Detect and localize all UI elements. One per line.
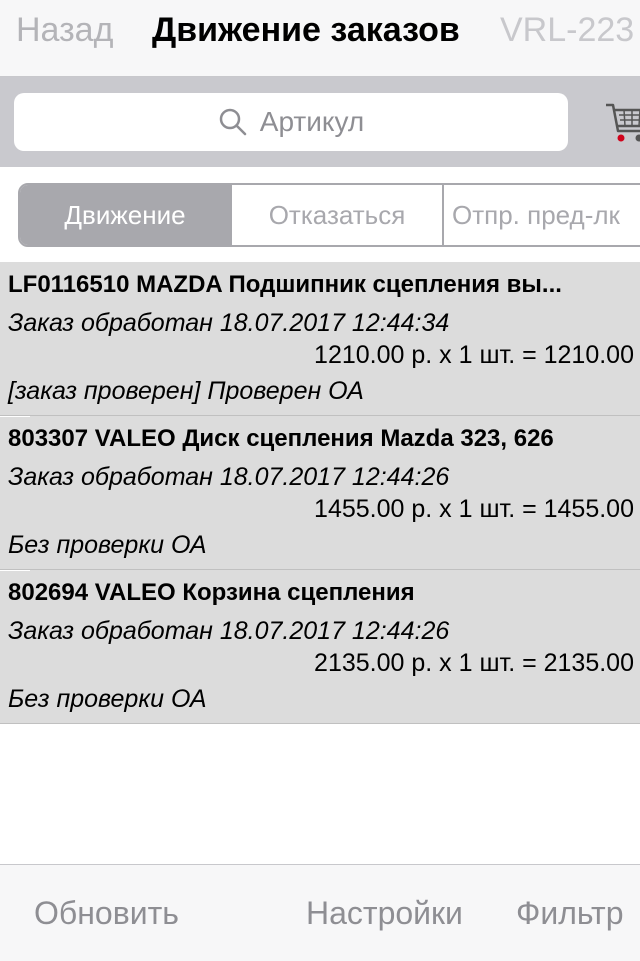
bottom-toolbar: Обновить Настройки Фильтр: [0, 864, 640, 961]
order-price: 1455.00 р. x 1 шт. = 1455.00: [314, 492, 634, 526]
refresh-button[interactable]: Обновить: [34, 891, 179, 935]
filter-button[interactable]: Фильтр: [516, 891, 624, 935]
search-bar: Артикул: [0, 77, 640, 167]
orders-list: LF0116510 MAZDA Подшипник сцепления вы..…: [0, 262, 640, 724]
search-placeholder: Артикул: [260, 106, 364, 138]
order-row[interactable]: LF0116510 MAZDA Подшипник сцепления вы..…: [0, 262, 640, 416]
customer-code-button[interactable]: VRL-223: [500, 8, 634, 52]
back-button[interactable]: Назад: [16, 8, 113, 52]
order-check-status: [заказ проверен] Проверен ОА: [8, 374, 364, 408]
row-separator: [0, 416, 30, 417]
search-input[interactable]: Артикул: [14, 93, 568, 151]
search-icon: [218, 107, 248, 137]
segment-send-offer[interactable]: Отпр. пред-лк: [444, 185, 640, 245]
row-separator: [0, 570, 30, 571]
order-row[interactable]: 803307 VALEO Диск сцепления Mazda 323, 6…: [0, 416, 640, 570]
order-check-status: Без проверки ОА: [8, 528, 207, 562]
segment-movement[interactable]: Движение: [20, 185, 232, 245]
order-status: Заказ обработан 18.07.2017 12:44:34: [8, 306, 449, 340]
order-check-status: Без проверки ОА: [8, 682, 207, 716]
order-title: LF0116510 MAZDA Подшипник сцепления вы..…: [8, 268, 638, 302]
order-title: 803307 VALEO Диск сцепления Mazda 323, 6…: [8, 422, 638, 456]
settings-button[interactable]: Настройки: [306, 891, 463, 935]
order-row[interactable]: 802694 VALEO Корзина сцепления Заказ обр…: [0, 570, 640, 724]
navigation-bar: Назад Движение заказов VRL-223: [0, 0, 640, 77]
segment-bar: Движение Отказаться Отпр. пред-лк: [0, 167, 640, 262]
order-price: 2135.00 р. x 1 шт. = 2135.00: [314, 646, 634, 680]
segmented-control: Движение Отказаться Отпр. пред-лк: [18, 183, 640, 247]
order-status: Заказ обработан 18.07.2017 12:44:26: [8, 614, 449, 648]
cart-icon[interactable]: [604, 99, 640, 147]
order-status: Заказ обработан 18.07.2017 12:44:26: [8, 460, 449, 494]
page-title: Движение заказов: [152, 8, 460, 52]
order-price: 1210.00 р. x 1 шт. = 1210.00: [314, 338, 634, 372]
order-title: 802694 VALEO Корзина сцепления: [8, 576, 638, 610]
segment-cancel[interactable]: Отказаться: [232, 185, 444, 245]
